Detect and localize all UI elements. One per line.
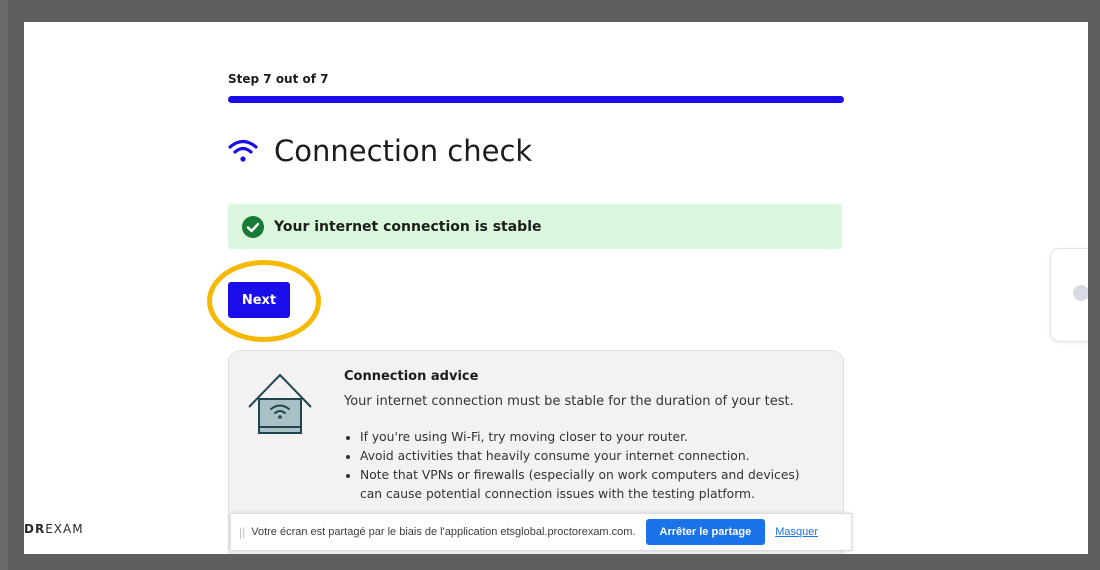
advice-tip: Avoid activities that heavily consume yo… bbox=[360, 447, 824, 466]
advice-tip: If you're using Wi-Fi, try moving closer… bbox=[360, 428, 824, 447]
drag-handle-icon[interactable]: || bbox=[239, 525, 245, 539]
status-banner: Your internet connection is stable bbox=[228, 204, 842, 249]
advice-intro: Your internet connection must be stable … bbox=[344, 394, 794, 409]
progress-bar bbox=[228, 96, 844, 103]
house-wifi-icon bbox=[248, 373, 312, 434]
screen-share-message: Votre écran est partagé par le biais de … bbox=[251, 526, 636, 538]
step-indicator: Step 7 out of 7 bbox=[228, 72, 329, 86]
wifi-icon bbox=[228, 139, 258, 162]
check-circle-icon bbox=[242, 215, 264, 238]
brand-logo-rest: EXAM bbox=[45, 522, 84, 536]
page-title: Connection check bbox=[274, 134, 533, 168]
advice-body: Connection advice Your internet connecti… bbox=[344, 369, 824, 504]
brand-logo-bold: DR bbox=[24, 522, 46, 536]
brand-logo: DREXAM bbox=[24, 522, 84, 536]
help-icon bbox=[1073, 285, 1088, 301]
hide-link[interactable]: Masquer bbox=[775, 526, 818, 538]
progress-fill bbox=[228, 96, 844, 103]
window-frame bbox=[0, 0, 8, 570]
stop-sharing-button[interactable]: Arrêter le partage bbox=[645, 519, 766, 545]
screen-share-notification: || Votre écran est partagé par le biais … bbox=[230, 513, 852, 551]
advice-tips-list: If you're using Wi-Fi, try moving closer… bbox=[344, 428, 824, 504]
page-content: Step 7 out of 7 Connection check Your in… bbox=[24, 22, 1088, 554]
status-message: Your internet connection is stable bbox=[274, 218, 542, 235]
title-row: Connection check bbox=[228, 134, 532, 168]
next-button[interactable]: Next bbox=[228, 282, 290, 318]
advice-tip: Note that VPNs or firewalls (especially … bbox=[360, 466, 824, 504]
advice-title: Connection advice bbox=[344, 369, 479, 384]
side-help-widget[interactable] bbox=[1050, 248, 1088, 342]
